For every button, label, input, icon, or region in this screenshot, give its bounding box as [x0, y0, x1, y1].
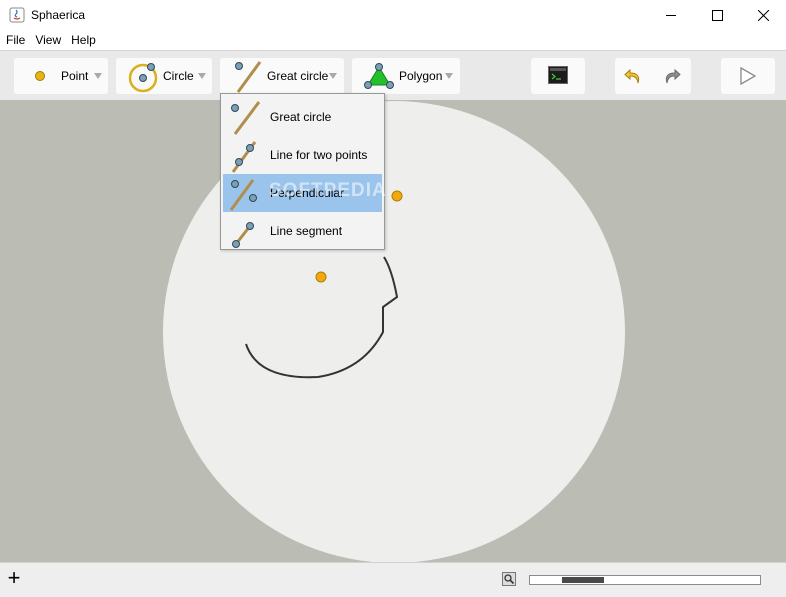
great-circle-dropdown: Great circle Line for two points Perpend…	[220, 93, 385, 250]
dropdown-item-label: Great circle	[270, 110, 332, 124]
chevron-down-icon[interactable]	[445, 73, 453, 79]
minimize-button[interactable]	[648, 0, 694, 31]
great-circle-icon	[231, 101, 261, 135]
chevron-down-icon[interactable]	[94, 73, 102, 79]
dropdown-item-perpendicular[interactable]: Perpendicular	[223, 174, 382, 212]
java-app-icon	[9, 7, 25, 23]
point-tool-label: Point	[61, 69, 89, 83]
close-button[interactable]	[740, 0, 786, 31]
great-circle-tool-button[interactable]: Great circle	[220, 58, 344, 94]
undo-redo-group	[615, 58, 691, 94]
undo-icon[interactable]	[623, 66, 643, 86]
circle-tool-label: Circle	[163, 69, 194, 83]
point-tool-button[interactable]: Point	[14, 58, 108, 94]
status-bar: +	[0, 562, 786, 597]
circle-tool-button[interactable]: Circle	[116, 58, 212, 94]
sphere-canvas[interactable]	[0, 100, 786, 562]
great-circle-tool-label: Great circle	[267, 69, 329, 83]
close-icon	[757, 10, 769, 21]
zoom-slider-thumb[interactable]	[562, 577, 604, 583]
redo-icon[interactable]	[662, 66, 682, 86]
sphere-point[interactable]	[315, 271, 327, 283]
chevron-down-icon[interactable]	[329, 73, 337, 79]
toolbar: Point Circle Great circle Polygon	[0, 50, 786, 100]
great-circle-icon	[235, 61, 262, 93]
play-icon	[740, 67, 757, 85]
sphere-point[interactable]	[391, 190, 403, 202]
menu-bar: File View Help	[0, 31, 786, 50]
zoom-slider[interactable]	[529, 575, 761, 585]
line-two-points-icon	[231, 141, 257, 173]
dropdown-item-line-segment[interactable]: Line segment	[223, 212, 382, 250]
maximize-icon	[711, 10, 723, 21]
dropdown-item-label: Line for two points	[270, 148, 368, 162]
polygon-tool-button[interactable]: Polygon	[352, 58, 460, 94]
dropdown-item-label: Perpendicular	[270, 186, 345, 200]
zoom-icon[interactable]	[502, 572, 516, 586]
terminal-icon	[548, 66, 568, 84]
maximize-button[interactable]	[694, 0, 740, 31]
minimize-icon	[665, 15, 676, 16]
sphere-drawing	[163, 101, 625, 562]
console-button[interactable]	[531, 58, 585, 94]
dropdown-item-great-circle[interactable]: Great circle	[223, 98, 382, 136]
point-icon	[35, 71, 45, 81]
polygon-icon	[364, 63, 394, 89]
menu-file[interactable]: File	[0, 31, 30, 50]
chevron-down-icon[interactable]	[198, 73, 206, 79]
dropdown-item-line-two-points[interactable]: Line for two points	[223, 136, 382, 174]
dropdown-item-label: Line segment	[270, 224, 343, 238]
menu-help[interactable]: Help	[66, 31, 101, 50]
line-segment-icon	[232, 222, 254, 248]
add-button[interactable]: +	[4, 567, 24, 590]
play-button[interactable]	[721, 58, 775, 94]
perpendicular-icon	[229, 179, 257, 211]
polygon-tool-label: Polygon	[399, 69, 443, 83]
title-bar: Sphaerica	[0, 0, 786, 31]
menu-view[interactable]: View	[30, 31, 66, 50]
circle-icon	[128, 63, 158, 93]
window-title: Sphaerica	[31, 8, 86, 22]
